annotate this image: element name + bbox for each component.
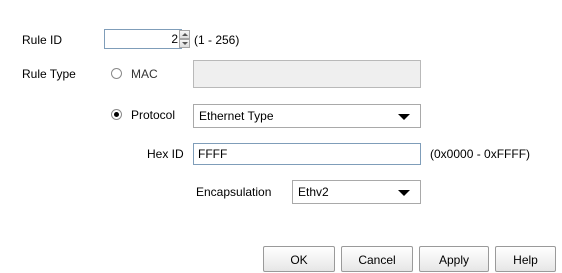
encapsulation-select[interactable]: Ethv2 <box>292 180 421 204</box>
rule-id-label: Rule ID <box>22 33 63 47</box>
mac-field[interactable] <box>193 60 421 88</box>
encapsulation-label: Encapsulation <box>196 185 272 199</box>
hex-id-input[interactable]: FFFF <box>193 143 421 165</box>
rule-id-input[interactable]: 2 <box>104 29 182 49</box>
help-button[interactable]: Help <box>495 246 556 272</box>
rule-type-label: Rule Type <box>22 67 76 81</box>
ok-button[interactable]: OK <box>263 246 335 272</box>
radio-selected-dot <box>114 112 119 117</box>
mac-radio[interactable] <box>111 68 122 79</box>
hex-id-range: (0x0000 - 0xFFFF) <box>430 147 531 161</box>
rule-id-range: (1 - 256) <box>194 33 240 47</box>
protocol-select-value: Ethernet Type <box>199 109 274 123</box>
arrow-down-icon <box>182 42 188 45</box>
mac-radio-label: MAC <box>131 67 158 81</box>
rule-id-spinner[interactable]: 2 <box>104 29 190 49</box>
rule-dialog: Rule ID 2 (1 - 256) Rule Type MAC Protoc… <box>0 0 562 272</box>
hex-id-label: Hex ID <box>147 147 184 161</box>
protocol-radio[interactable] <box>111 109 122 120</box>
dropdown-caret-icon <box>398 114 410 120</box>
apply-button[interactable]: Apply <box>419 246 489 272</box>
protocol-radio-label: Protocol <box>131 108 176 122</box>
dropdown-caret-icon <box>398 190 410 196</box>
spin-down-button[interactable] <box>179 39 190 48</box>
spin-up-button[interactable] <box>179 30 190 39</box>
cancel-button[interactable]: Cancel <box>341 246 413 272</box>
protocol-select[interactable]: Ethernet Type <box>193 104 421 128</box>
arrow-up-icon <box>182 33 188 36</box>
encapsulation-select-value: Ethv2 <box>298 185 329 199</box>
